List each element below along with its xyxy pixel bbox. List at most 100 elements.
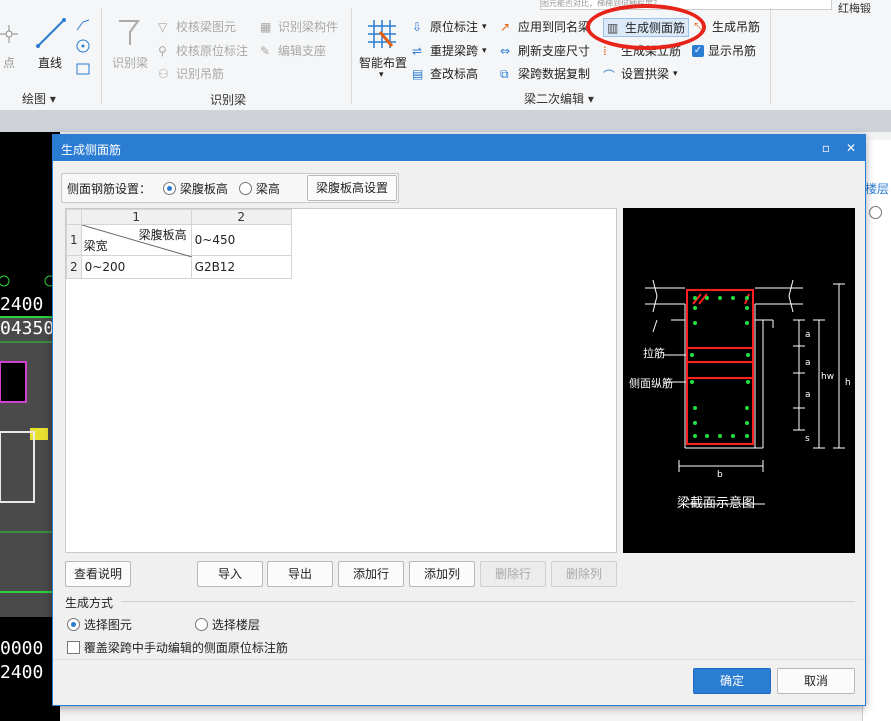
preview-caption: 梁截面示意图 <box>677 496 756 511</box>
floor-radio[interactable] <box>869 206 882 220</box>
dim-a-label: a <box>805 358 811 368</box>
opt-web-height-radio[interactable]: 梁腹板高 <box>163 180 228 197</box>
point-icon[interactable] <box>0 20 20 50</box>
cad-canvas[interactable]: 2400 04350 0000 2400 <box>0 132 60 721</box>
apply-icon: ↗ <box>500 19 511 34</box>
grid-cell[interactable]: G2B12 <box>190 255 292 279</box>
grid-cell[interactable]: 0~200 <box>80 255 192 279</box>
check-elevation-button[interactable]: ▤ 查改标高 <box>412 65 478 82</box>
recognize-beam-label[interactable]: 识别梁 <box>112 54 148 71</box>
right-properties-panel: 楼层 <box>862 140 891 721</box>
export-button[interactable]: 导出 <box>267 561 333 587</box>
web-height-settings-button[interactable]: 梁腹板高设置 <box>307 175 397 201</box>
recognize-hanger-button[interactable]: ⚇ 识别吊筋 <box>158 65 224 82</box>
view-help-button[interactable]: 查看说明 <box>65 561 131 587</box>
side-bar-table: 1 2 1 梁腹板高 梁宽 0~450 2 0~200 G2B12 <box>66 209 292 279</box>
recognize-group-label: 识别梁 <box>210 93 247 107</box>
maximize-icon[interactable]: ▫ <box>817 139 835 157</box>
dim-s-label: s <box>805 434 810 444</box>
grid-corner <box>66 209 82 225</box>
floor-tab[interactable]: 楼层 <box>865 180 889 197</box>
mark-icon: ⇩ <box>412 19 423 34</box>
dim-hw-label: hw <box>821 372 835 382</box>
recognize-beam-icon[interactable] <box>116 18 142 48</box>
show-hanger-checkbox[interactable]: ✓ 显示吊筋 <box>692 42 756 59</box>
cad-dim-text: 2400 <box>0 294 44 315</box>
refresh-icon: ⇔ <box>500 43 511 58</box>
smart-layout-label[interactable]: 智能布置 <box>359 54 407 71</box>
edit-group-label[interactable]: 梁二次编辑 ▾ <box>524 90 594 107</box>
span-icon: ⇌ <box>412 43 423 58</box>
user-name: 红梅锻 <box>838 2 871 15</box>
point-button-label: 点 <box>3 56 16 70</box>
dialog-title: 生成侧面筋 <box>61 143 122 157</box>
tie-bar-label: 拉筋 <box>643 347 665 360</box>
radio-checked-icon <box>67 618 80 631</box>
side-bar-grid[interactable]: 1 2 1 梁腹板高 梁宽 0~450 2 0~200 G2B12 <box>65 208 617 553</box>
apply-same-name-button[interactable]: ↗ 应用到同名梁 <box>500 18 590 35</box>
checkbox-checked-icon: ✓ <box>692 44 704 57</box>
radio-icon <box>195 618 208 631</box>
gen-mode-divider <box>121 601 855 602</box>
edit-support-button[interactable]: ✎ 编辑支座 <box>260 42 326 59</box>
span-data-copy-button[interactable]: ⧉ 梁跨数据复制 <box>500 65 590 82</box>
add-col-button[interactable]: 添加列 <box>409 561 475 587</box>
check-icon: ⚲ <box>158 43 167 58</box>
add-row-button[interactable]: 添加行 <box>338 561 404 587</box>
side-bar-label: 侧面纵筋 <box>629 377 673 390</box>
filter-icon: ▽ <box>158 19 168 34</box>
draw-tools-icons[interactable] <box>75 16 91 80</box>
smart-layout-icon[interactable] <box>366 18 398 50</box>
re-extract-span-button[interactable]: ⇌ 重提梁跨 ▾ <box>412 42 487 59</box>
separator <box>101 8 102 104</box>
line-icon[interactable] <box>34 16 68 50</box>
select-element-radio[interactable]: 选择图元 <box>67 616 132 633</box>
recognize-beam-member-button[interactable]: ▦ 识别梁构件 <box>260 18 338 35</box>
corner-bottom-label: 梁宽 <box>83 239 108 253</box>
drawing-tab-strip <box>0 110 891 132</box>
refresh-support-size-button[interactable]: ⇔ 刷新支座尺寸 <box>500 42 590 59</box>
gen-side-bar-dialog: 生成侧面筋 ▫ ✕ 侧面钢筋设置： 梁腹板高 梁高 梁腹板高设置 1 2 1 梁… <box>52 134 866 706</box>
cad-dim-text: 04350 <box>0 318 55 339</box>
copy-icon: ⧉ <box>500 66 509 81</box>
import-button[interactable]: 导入 <box>197 561 263 587</box>
top-search-input[interactable]: 图元能否对比，梯梯到何种程度？ <box>540 0 832 10</box>
dialog-titlebar[interactable]: 生成侧面筋 ▫ ✕ <box>53 135 865 161</box>
check-original-mark-button[interactable]: ⚲ 校核原位标注 <box>158 42 248 59</box>
delete-col-button[interactable]: 删除列 <box>551 561 617 587</box>
member-icon: ▦ <box>260 19 272 34</box>
cad-dim-text: 0000 <box>0 638 44 659</box>
grid-cell[interactable]: 0~450 <box>190 224 292 256</box>
chevron-down-icon[interactable]: ▾ <box>379 70 384 80</box>
gen-mode-label: 生成方式 <box>65 596 114 610</box>
dim-b-label: b <box>717 470 723 480</box>
cancel-button[interactable]: 取消 <box>777 668 855 694</box>
row-header[interactable]: 2 <box>66 255 82 279</box>
hanger-icon: ⚇ <box>158 66 169 81</box>
dim-h-label: h <box>845 378 851 388</box>
opt-beam-height-radio[interactable]: 梁高 <box>239 180 280 197</box>
line-button-label[interactable]: 直线 <box>38 54 62 71</box>
elevation-icon: ▤ <box>412 66 424 81</box>
cad-dim-text: 2400 <box>0 662 44 683</box>
highlight-annotation-ellipse <box>586 4 706 50</box>
draw-group-label[interactable]: 绘图 ▾ <box>22 90 56 107</box>
radio-checked-icon <box>163 182 176 195</box>
separator <box>770 8 771 104</box>
col-header[interactable]: 1 <box>80 209 192 225</box>
close-icon[interactable]: ✕ <box>842 139 860 157</box>
ok-button[interactable]: 确定 <box>693 668 771 694</box>
dim-a-label: a <box>805 390 811 400</box>
footer-divider <box>53 659 865 660</box>
corner-top-label: 梁腹板高 <box>138 228 187 242</box>
col-header[interactable]: 2 <box>190 209 292 225</box>
checkbox-icon <box>67 641 80 654</box>
delete-row-button[interactable]: 删除行 <box>480 561 546 587</box>
override-manual-checkbox[interactable]: 覆盖梁跨中手动编辑的侧面原位标注筋 <box>67 639 288 656</box>
select-floor-radio[interactable]: 选择楼层 <box>195 616 260 633</box>
row-header[interactable]: 1 <box>66 224 82 256</box>
set-arch-beam-button[interactable]: ⌒ 设置拱梁 ▾ <box>603 65 678 83</box>
original-mark-button[interactable]: ⇩ 原位标注 ▾ <box>412 18 487 35</box>
ribbon-toolbar: 图元能否对比，梯梯到何种程度？ 红梅锻 点 直线 绘图 ▾ 识别梁 ▽ 校核梁图元… <box>0 0 891 111</box>
check-beam-element-button[interactable]: ▽ 校核梁图元 <box>158 18 236 35</box>
